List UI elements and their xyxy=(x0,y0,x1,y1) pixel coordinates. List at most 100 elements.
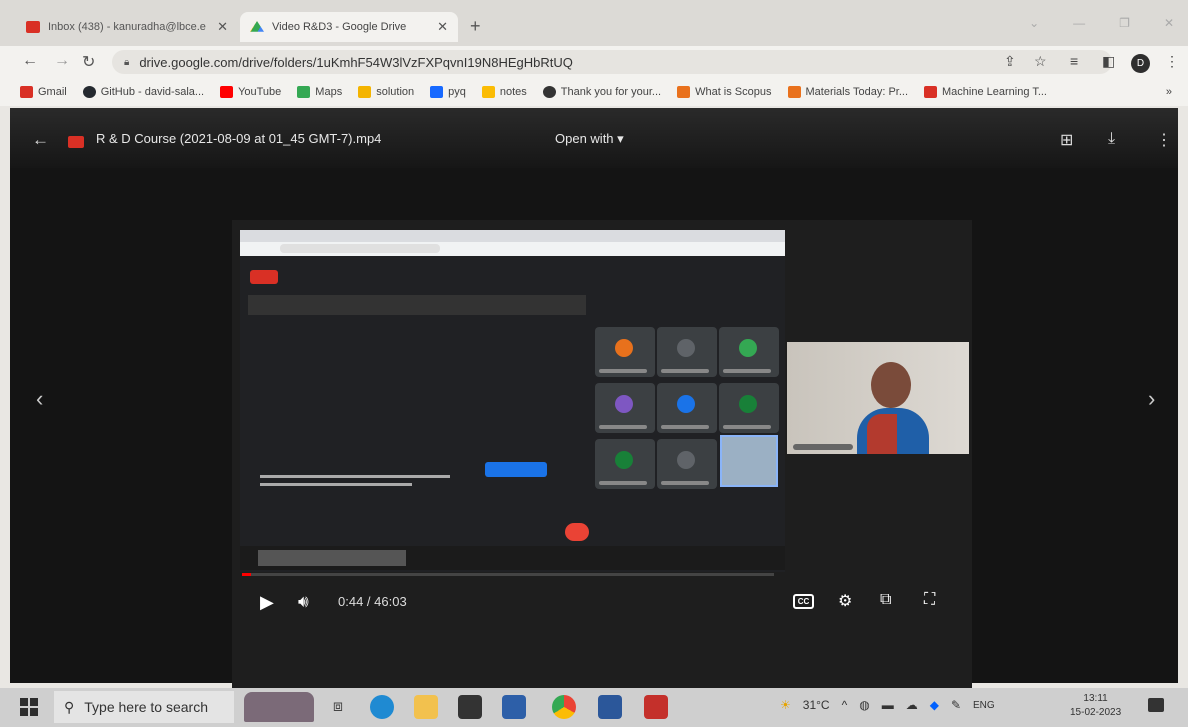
language-indicator[interactable]: ENG xyxy=(973,700,995,711)
video-progress-bar[interactable] xyxy=(242,573,774,576)
clock-time: 13:11 xyxy=(1083,693,1108,704)
open-with-button[interactable]: Open with ▾ xyxy=(555,131,624,147)
tab-title: Inbox (438) - kanuradha@lbce.e xyxy=(48,21,206,33)
presenter-figure xyxy=(857,362,929,454)
next-file-icon[interactable]: › xyxy=(1148,386,1155,412)
add-comment-icon[interactable]: ⊞ xyxy=(1060,130,1073,150)
tab-search-icon[interactable]: ⌄ xyxy=(1029,16,1039,30)
chrome-icon[interactable] xyxy=(552,695,576,719)
viewer-back-arrow-icon[interactable]: ← xyxy=(32,130,49,150)
bookmark-youtube[interactable]: YouTube xyxy=(220,86,281,98)
video-frame-meet-recording xyxy=(240,230,785,572)
bookmark-notes[interactable]: notes xyxy=(481,86,527,98)
drive-video-viewer: ← R & D Course (2021-08-09 at 01_45 GMT-… xyxy=(10,108,1178,725)
participant-tile xyxy=(719,327,779,377)
presenter-name-tag xyxy=(793,444,853,450)
file-explorer-icon[interactable] xyxy=(414,695,438,719)
close-tab-icon[interactable]: ✕ xyxy=(217,19,228,35)
settings-gear-icon[interactable]: ⚙ xyxy=(838,591,852,611)
presentation-bar xyxy=(248,295,586,315)
behance-icon xyxy=(430,86,444,98)
more-options-icon[interactable]: ⋮ xyxy=(1156,130,1172,150)
edge-icon[interactable] xyxy=(370,695,394,719)
notes-icon xyxy=(481,86,495,98)
search-highlight-image[interactable] xyxy=(244,692,314,722)
bookmark-github[interactable]: GitHub - david-sala... xyxy=(82,86,204,98)
download-icon[interactable]: ⤓ xyxy=(1108,130,1115,148)
windows-start-icon[interactable] xyxy=(20,698,38,716)
notification-icon[interactable] xyxy=(1148,698,1164,712)
address-bar[interactable]: 🔒︎ drive.google.com/drive/folders/1uKmhF… xyxy=(112,50,1112,74)
battery-icon[interactable]: ▬ xyxy=(882,698,894,712)
tab-title: Video R&D3 - Google Drive xyxy=(272,21,407,33)
maximize-button[interactable]: ❐ xyxy=(1119,16,1130,30)
captions-icon[interactable]: CC xyxy=(793,594,814,609)
presenter-webcam xyxy=(787,342,969,454)
video-progress-fill xyxy=(242,573,251,576)
bookmark-gmail[interactable]: Gmail xyxy=(20,86,67,98)
weather-icon[interactable]: ☀ xyxy=(780,698,791,712)
bookmark-pyq[interactable]: pyq xyxy=(430,86,466,98)
mail-icon[interactable] xyxy=(502,695,526,719)
minimize-button[interactable]: — xyxy=(1073,16,1085,30)
recording-badge xyxy=(250,270,278,284)
bookmarks-overflow[interactable]: » xyxy=(1166,86,1172,98)
bookmark-star-icon[interactable]: ☆ xyxy=(1034,53,1047,70)
video-timestamp: 0:44 / 46:03 xyxy=(338,594,407,609)
taskbar-search-placeholder: Type here to search xyxy=(84,699,209,715)
profile-avatar[interactable]: D xyxy=(1131,54,1150,73)
windows-taskbar: ⚲ Type here to search ⧈ ☀ 31°C ^ ◍ ▬ ☁ ◆… xyxy=(0,688,1188,727)
volume-icon[interactable]: 🔊︎ xyxy=(298,592,309,612)
bookmark-scopus[interactable]: What is Scopus xyxy=(677,86,772,98)
side-panel-icon[interactable]: ◧ xyxy=(1102,53,1115,70)
fullscreen-icon[interactable]: ⛶ xyxy=(924,591,935,609)
share-icon[interactable]: ⇪ xyxy=(1004,53,1016,70)
bookmark-machine-learning[interactable]: Machine Learning T... xyxy=(924,86,1047,98)
show-hidden-icons[interactable]: ^ xyxy=(842,698,848,712)
pen-icon[interactable]: ✎ xyxy=(951,698,961,712)
weather-temp[interactable]: 31°C xyxy=(803,698,830,712)
participant-tile xyxy=(657,383,717,433)
task-view-icon[interactable]: ⧈ xyxy=(326,695,350,719)
network-icon[interactable]: ◍ xyxy=(859,698,869,712)
forward-button[interactable]: → xyxy=(54,52,70,70)
tab-gmail-inbox[interactable]: Inbox (438) - kanuradha@lbce.e ✕ xyxy=(16,12,238,42)
window-controls: ⌄ — ❐ ✕ xyxy=(1029,16,1174,30)
miniplayer-icon[interactable]: ⧉ xyxy=(880,591,891,609)
video-file-icon xyxy=(68,136,84,148)
new-tab-button[interactable]: + xyxy=(470,16,481,37)
acrobat-icon[interactable] xyxy=(644,695,668,719)
gmail-icon xyxy=(26,21,40,33)
reload-button[interactable]: ↻ xyxy=(82,52,95,72)
back-button[interactable]: ← xyxy=(22,52,38,70)
youtube-icon xyxy=(924,86,938,98)
onedrive-icon[interactable]: ☁ xyxy=(906,698,918,712)
reading-list-icon[interactable]: ≡ xyxy=(1070,53,1078,69)
tab-google-drive[interactable]: Video R&D3 - Google Drive ✕ xyxy=(240,12,458,42)
presenting-banner xyxy=(290,270,390,282)
bookmark-thank-you[interactable]: Thank you for your... xyxy=(542,86,661,98)
word-icon[interactable] xyxy=(598,695,622,719)
taskbar-search-box[interactable]: ⚲ Type here to search xyxy=(54,691,234,723)
store-icon[interactable] xyxy=(458,695,482,719)
participant-tile xyxy=(657,439,717,489)
close-window-button[interactable]: ✕ xyxy=(1164,16,1174,30)
close-tab-icon[interactable]: ✕ xyxy=(437,19,448,35)
previous-file-icon[interactable]: ‹ xyxy=(36,386,43,412)
play-icon[interactable]: ▶ xyxy=(260,592,274,613)
viewer-header: ← R & D Course (2021-08-09 at 01_45 GMT-… xyxy=(10,108,1178,168)
bookmark-maps[interactable]: Maps xyxy=(297,86,342,98)
url-text: drive.google.com/drive/folders/1uKmhF54W… xyxy=(139,54,573,70)
globe-icon xyxy=(542,86,556,98)
dropbox-icon[interactable]: ◆ xyxy=(930,698,939,712)
bookmark-materials-today[interactable]: Materials Today: Pr... xyxy=(787,86,908,98)
taskbar-clock[interactable]: 13:11 15-02-2023 xyxy=(1070,692,1121,720)
lock-icon[interactable]: 🔒︎ xyxy=(124,57,129,68)
solution-icon xyxy=(358,86,372,98)
stop-presenting-button xyxy=(485,462,547,477)
bookmark-solution[interactable]: solution xyxy=(358,86,414,98)
video-player[interactable]: ▶ 🔊︎ 0:44 / 46:03 CC ⚙ ⧉ ⛶ xyxy=(232,220,972,725)
menu-kebab-icon[interactable]: ⋮ xyxy=(1165,53,1179,70)
end-call-icon xyxy=(565,523,589,541)
recorded-taskbar xyxy=(240,546,785,570)
